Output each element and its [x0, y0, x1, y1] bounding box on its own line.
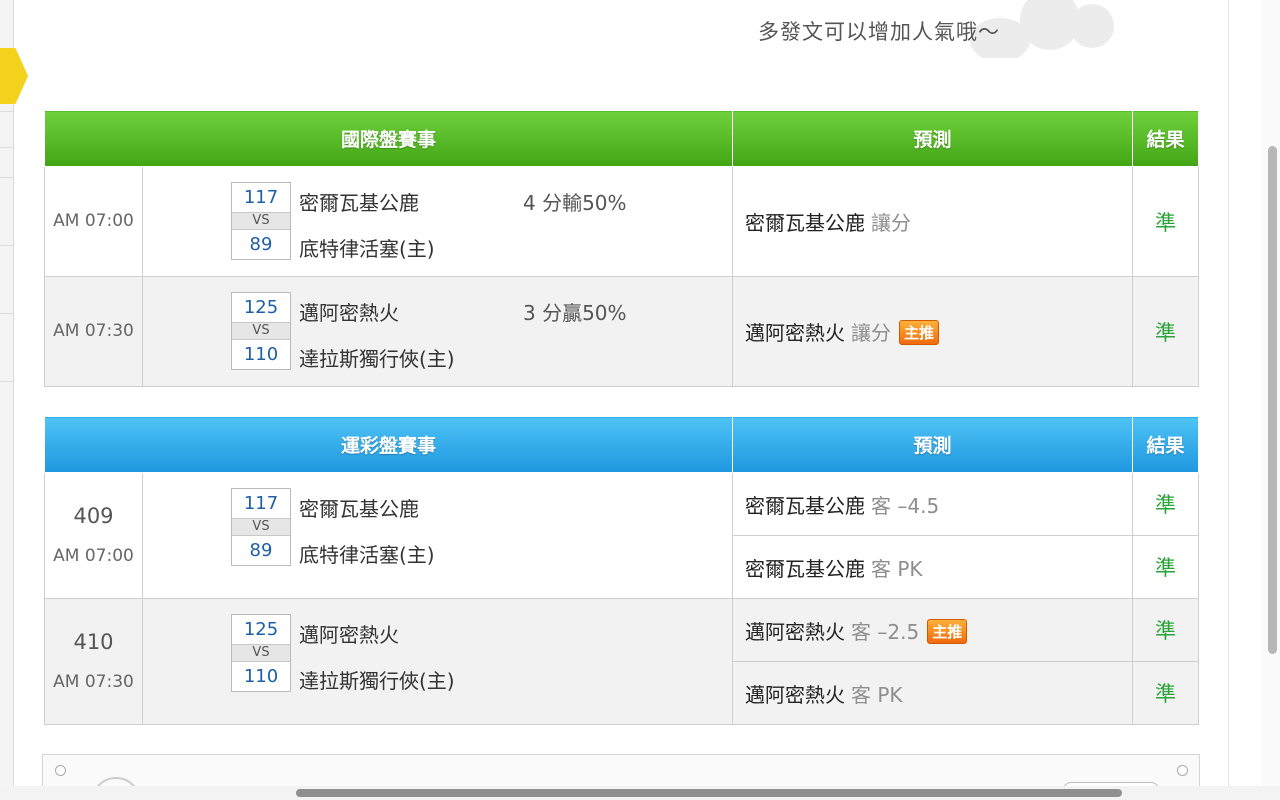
pick-line: 客 PK [851, 682, 903, 707]
match-info: 117 VS 89 密爾瓦基公鹿 底特律活塞(主) 4 分輸50% [141, 166, 734, 277]
pick-team: 邁阿密熱火 [745, 682, 846, 707]
header-prediction: 預測 [732, 416, 1134, 473]
pick-team: 邁阿密熱火 [745, 321, 846, 345]
table-header-row: 國際盤賽事 預測 結果 [43, 110, 1200, 167]
prediction: 密爾瓦基公鹿客 –4.5 [732, 472, 1134, 536]
header-prediction: 預測 [732, 110, 1134, 167]
pick-team: 邁阿密熱火 [745, 619, 846, 644]
rail-segment[interactable] [0, 148, 14, 178]
game-number: 410 [73, 629, 114, 654]
score-away: 117 [243, 493, 279, 514]
result: 準 [1132, 276, 1200, 387]
score-box: 125 VS 110 [231, 292, 291, 370]
table-row: 410 AM 07:30 125 VS 110 邁阿密熱火 達拉斯獨行俠(主) … [44, 598, 1200, 725]
score-home: 89 [249, 234, 273, 255]
corner-dot-icon [55, 765, 66, 776]
pick-type: 讓分 [871, 211, 912, 235]
score-away: 125 [243, 297, 279, 318]
rail-segment[interactable] [0, 314, 14, 382]
pick-type: 讓分 [851, 321, 892, 345]
score-home: 89 [249, 540, 273, 561]
table-row: 409 AM 07:00 117 VS 89 密爾瓦基公鹿 底特律活塞(主) 密… [44, 472, 1200, 599]
rail-segment[interactable] [0, 246, 14, 314]
game-time: AM 07:30 [53, 672, 134, 693]
page: 多發文可以增加人氣哦～ 國際盤賽事 預測 結果 AM 07:00 117 VS … [0, 0, 1280, 800]
team-home: 底特律活塞(主) [299, 237, 435, 261]
prediction: 邁阿密熱火客 PK [732, 661, 1134, 725]
team-away: 邁阿密熱火 [299, 623, 399, 647]
score-home: 110 [243, 666, 279, 687]
rail-segment[interactable] [0, 112, 14, 148]
team-home: 達拉斯獨行俠(主) [299, 669, 455, 693]
game-time: AM 07:00 [44, 166, 143, 277]
pick-line: 客 PK [871, 556, 923, 581]
content-right-border [1228, 0, 1229, 800]
game-time: AM 07:00 [53, 546, 134, 567]
team-away: 邁阿密熱火 [299, 301, 399, 325]
result: 準 [1132, 661, 1200, 725]
pick-team: 密爾瓦基公鹿 [745, 493, 866, 518]
score-box: 117 VS 89 [231, 182, 291, 260]
team-home: 達拉斯獨行俠(主) [299, 347, 455, 371]
table-row: AM 07:00 117 VS 89 密爾瓦基公鹿 底特律活塞(主) 4 分輸5… [44, 166, 1200, 277]
score-home: 110 [243, 344, 279, 365]
vs-label: VS [232, 322, 290, 340]
header-result: 結果 [1132, 110, 1200, 167]
score-away: 117 [243, 187, 279, 208]
corner-dot-icon [1177, 765, 1188, 776]
table-row: AM 07:30 125 VS 110 邁阿密熱火 達拉斯獨行俠(主) 3 分贏… [44, 276, 1200, 387]
match-info: 125 VS 110 邁阿密熱火 達拉斯獨行俠(主) [141, 598, 734, 725]
team-away: 密爾瓦基公鹿 [299, 191, 419, 215]
prediction: 密爾瓦基公鹿客 PK [732, 535, 1134, 599]
table-header-row: 運彩盤賽事 預測 結果 [43, 416, 1200, 473]
match-info: 117 VS 89 密爾瓦基公鹿 底特律活塞(主) [141, 472, 734, 599]
prediction: 密爾瓦基公鹿 讓分 [732, 166, 1134, 277]
game-time: AM 07:30 [44, 276, 143, 387]
team-away: 密爾瓦基公鹿 [299, 497, 419, 521]
vs-label: VS [232, 518, 290, 536]
promo-text: 多發文可以增加人氣哦～ [758, 20, 1000, 44]
spread-result: 4 分輸50% [523, 191, 627, 215]
left-side-rail [0, 0, 14, 800]
header-event: 運彩盤賽事 [43, 416, 734, 473]
score-box: 125 VS 110 [231, 614, 291, 692]
featured-badge: 主推 [927, 618, 968, 644]
vertical-scroll-thumb[interactable] [1268, 146, 1277, 654]
hexagon-tab-icon[interactable] [0, 48, 28, 104]
result: 準 [1132, 166, 1200, 277]
prediction: 邁阿密熱火 讓分 主推 [732, 276, 1134, 387]
score-box: 117 VS 89 [231, 488, 291, 566]
header-event: 國際盤賽事 [43, 110, 734, 167]
prediction: 邁阿密熱火客 –2.5 主推 [732, 598, 1134, 662]
match-info: 125 VS 110 邁阿密熱火 達拉斯獨行俠(主) 3 分贏50% [141, 276, 734, 387]
game-number-time: 409 AM 07:00 [44, 472, 143, 599]
game-number: 409 [73, 503, 114, 528]
lottery-odds-table: 運彩盤賽事 預測 結果 409 AM 07:00 117 VS 89 密爾瓦基公… [43, 416, 1200, 725]
team-home: 底特律活塞(主) [299, 543, 435, 567]
game-number-time: 410 AM 07:30 [44, 598, 143, 725]
result: 準 [1132, 472, 1200, 536]
score-away: 125 [243, 619, 279, 640]
international-odds-table: 國際盤賽事 預測 結果 AM 07:00 117 VS 89 密爾瓦基公鹿 底特… [43, 110, 1200, 387]
header-result: 結果 [1132, 416, 1200, 473]
pick-line: 客 –2.5 [851, 619, 920, 644]
pick-team: 密爾瓦基公鹿 [745, 556, 866, 581]
result: 準 [1132, 535, 1200, 599]
vs-label: VS [232, 644, 290, 662]
vs-label: VS [232, 212, 290, 230]
rail-segment[interactable] [0, 178, 14, 246]
horizontal-scroll-thumb[interactable] [296, 789, 1122, 797]
pick-team: 密爾瓦基公鹿 [745, 211, 866, 235]
featured-badge: 主推 [899, 320, 940, 345]
pick-line: 客 –4.5 [871, 493, 940, 518]
result: 準 [1132, 598, 1200, 662]
spread-result: 3 分贏50% [523, 301, 627, 325]
